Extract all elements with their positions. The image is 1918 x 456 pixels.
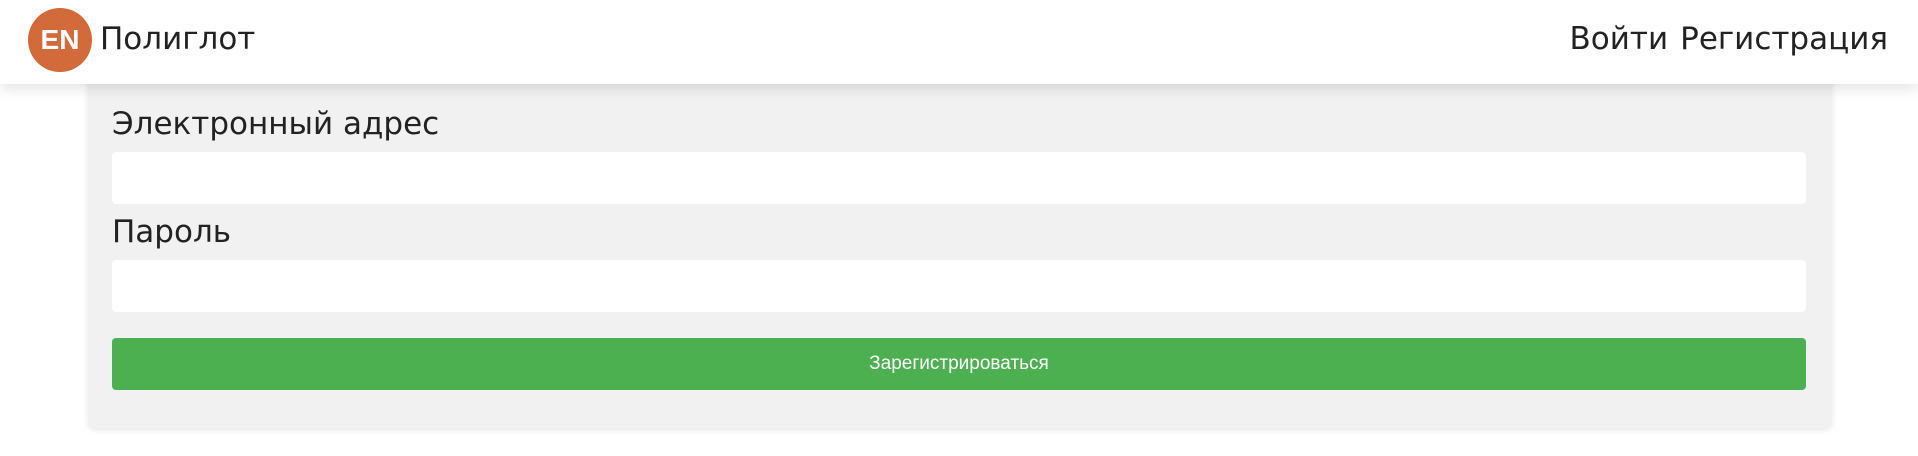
register-link[interactable]: Регистрация xyxy=(1680,19,1888,59)
password-field[interactable] xyxy=(112,260,1806,312)
auth-nav: Войти Регистрация xyxy=(1570,19,1888,59)
logo-badge[interactable]: EN xyxy=(28,8,92,72)
app-name[interactable]: Полиглот xyxy=(100,19,255,59)
login-link[interactable]: Войти xyxy=(1570,19,1669,59)
password-label: Пароль xyxy=(112,214,232,250)
register-submit-button[interactable]: Зарегистрироваться xyxy=(112,338,1806,390)
top-navbar: EN Полиглот Войти Регистрация xyxy=(0,0,1918,84)
registration-form-card: Электронный адрес Пароль Зарегистрироват… xyxy=(88,72,1832,428)
email-label: Электронный адрес xyxy=(112,106,440,142)
email-field[interactable] xyxy=(112,152,1806,204)
